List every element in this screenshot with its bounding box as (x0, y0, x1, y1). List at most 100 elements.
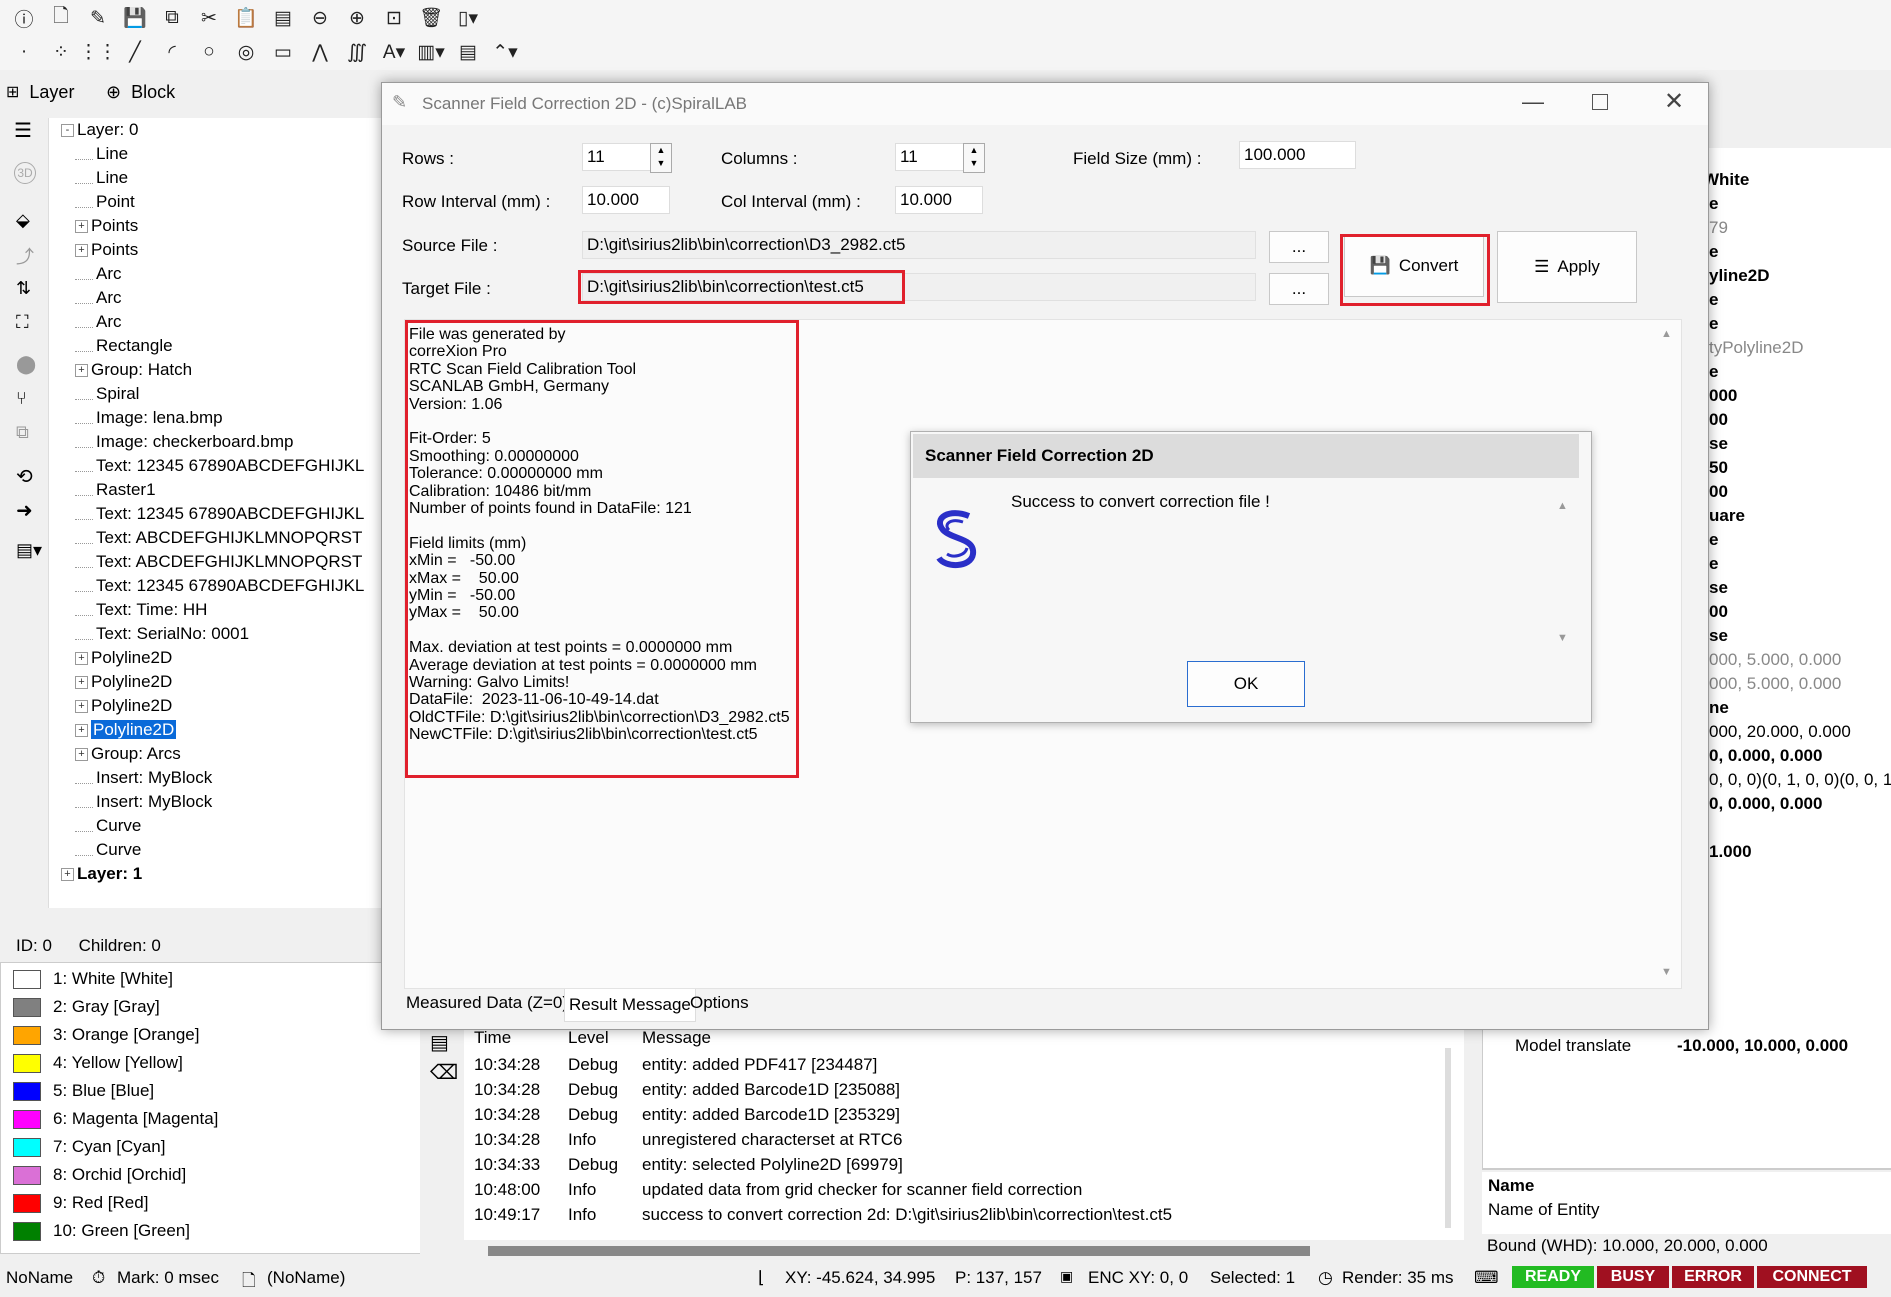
log-list-icon[interactable]: ▤ (430, 1030, 449, 1055)
tree-item[interactable]: Image: checkerboard.bmp (75, 430, 294, 454)
property-value[interactable]: tyPolyline2D (1709, 338, 1804, 358)
color-item[interactable]: 10: Green [Green] (13, 1219, 190, 1243)
tree-item[interactable]: Curve (75, 838, 141, 862)
circle-icon[interactable]: ○ (193, 38, 225, 66)
tree-item[interactable]: + Polyline2D (75, 694, 172, 718)
eraser-icon[interactable]: ⌫ (430, 1060, 458, 1085)
spiral-icon[interactable]: ◎ (230, 38, 262, 66)
property-value[interactable]: uare (1709, 506, 1745, 526)
source-browse-button[interactable]: ... (1269, 231, 1329, 263)
apply-button[interactable]: ☰ Apply (1497, 231, 1637, 303)
target-browse-button[interactable]: ... (1269, 273, 1329, 305)
tab-measured-data[interactable]: Measured Data (Z=0) (406, 993, 568, 1013)
fill-icon[interactable]: ⬙ (16, 210, 30, 231)
property-value[interactable]: 000, 5.000, 0.000 (1709, 674, 1841, 694)
zoom-fit-icon[interactable]: ⊡ (378, 4, 410, 32)
copy-icon[interactable]: ⧉ (16, 422, 29, 443)
property-value[interactable]: 0, 0.000, 0.000 (1709, 746, 1822, 766)
paste-icon[interactable]: 📋 (230, 4, 262, 32)
tree-item[interactable]: Curve (75, 814, 141, 838)
history-icon[interactable]: ⟲ (16, 464, 33, 489)
property-value[interactable]: 000, 20.000, 0.000 (1709, 722, 1851, 742)
property-value[interactable]: 79 (1709, 218, 1728, 238)
col-interval-input[interactable]: 10.000 (895, 186, 983, 214)
color-item[interactable]: 2: Gray [Gray] (13, 995, 160, 1019)
log-hscrollbar[interactable] (488, 1246, 1310, 1256)
block-tab[interactable]: ⊕ Block (106, 78, 175, 106)
info-icon[interactable]: ⓘ (8, 4, 40, 32)
tree-item[interactable]: Image: lena.bmp (75, 406, 223, 430)
color-item[interactable]: 7: Cyan [Cyan] (13, 1135, 165, 1159)
property-value[interactable]: 50 (1709, 458, 1728, 478)
property-value[interactable]: 00 (1709, 410, 1728, 430)
ok-button[interactable]: OK (1187, 661, 1305, 707)
arc-icon[interactable]: ◜ (156, 38, 188, 66)
color-item[interactable]: 6: Magenta [Magenta] (13, 1107, 218, 1131)
tree-item[interactable]: Text: ABCDEFGHIJKLMNOPQRST (75, 550, 362, 574)
edit-file-icon[interactable]: ✎ (82, 4, 114, 32)
arrow-circle-icon[interactable]: ➜ (16, 498, 33, 523)
properties-dropdown-icon[interactable]: ▤▾ (16, 540, 42, 561)
ctrl-icon[interactable]: ⌃▾ (489, 38, 521, 66)
rectangle-icon[interactable]: ▭ (267, 38, 299, 66)
field-size-input[interactable]: 100.000 (1239, 141, 1356, 169)
minimize-icon[interactable]: — (1522, 89, 1544, 115)
tab-result-message[interactable]: Result Message (564, 989, 696, 1022)
collapse-icon[interactable]: - (61, 124, 74, 138)
source-file-input[interactable]: D:\git\sirius2lib\bin\correction\D3_2982… (582, 231, 1256, 259)
tab-options[interactable]: Options (690, 993, 749, 1013)
grid-icon[interactable]: ⋮⋮ (79, 38, 117, 66)
align-icon[interactable]: ▯▾ (452, 4, 484, 32)
layer-tab[interactable]: ⊞ Layer (6, 78, 74, 106)
tree-item[interactable]: Arc (75, 286, 122, 310)
tree-item[interactable]: + Polyline2D (75, 670, 172, 694)
tree-item[interactable]: + Points (75, 214, 138, 238)
transform-icon[interactable]: ⛶ (16, 312, 29, 333)
property-value[interactable]: e (1709, 554, 1718, 574)
close-icon[interactable]: ✕ (1664, 87, 1684, 116)
tree-item[interactable]: Text: SerialNo: 0001 (75, 622, 249, 646)
property-value[interactable]: e (1709, 362, 1718, 382)
tree-item[interactable]: Text: 12345 67890ABCDEFGHIJKL (75, 454, 364, 478)
barcode-icon[interactable]: ▥▾ (415, 38, 447, 66)
expand-icon[interactable]: + (75, 724, 88, 738)
msg-scroll-down-icon[interactable]: ▼ (1557, 632, 1568, 644)
polyline-icon[interactable]: ⋀ (304, 38, 336, 66)
expand-icon[interactable]: + (75, 220, 88, 234)
result-scroll-up-icon[interactable]: ▲ (1661, 328, 1672, 340)
text-icon[interactable]: A▾ (378, 38, 410, 66)
property-value[interactable]: e (1709, 314, 1718, 334)
expand-icon[interactable]: + (61, 868, 74, 882)
property-value[interactable]: e (1709, 290, 1718, 310)
dotted-circle-icon[interactable]: ⁘ (45, 38, 77, 66)
expand-icon[interactable]: + (75, 676, 88, 690)
tree-item[interactable]: + Group: Hatch (75, 358, 192, 382)
property-value[interactable]: e (1709, 242, 1718, 262)
tree-item[interactable]: Rectangle (75, 334, 173, 358)
property-value[interactable]: se (1709, 434, 1728, 454)
tree-item[interactable]: Line (75, 142, 128, 166)
expand-icon[interactable]: + (75, 748, 88, 762)
property-value[interactable]: White (1703, 170, 1749, 190)
cut-icon[interactable]: ✂ (193, 4, 225, 32)
tree-item[interactable]: + Polyline2D (75, 646, 172, 670)
tree-item[interactable]: Insert: MyBlock (75, 790, 212, 814)
color-item[interactable]: 1: White [White] (13, 967, 173, 991)
color-item[interactable]: 3: Orange [Orange] (13, 1023, 199, 1047)
property-value[interactable]: e (1709, 194, 1718, 214)
tree-item[interactable]: Raster1 (75, 478, 156, 502)
rows-input[interactable]: 11 (582, 143, 652, 171)
color-item[interactable]: 4: Yellow [Yellow] (13, 1051, 183, 1075)
tree-item[interactable]: + Group: Arcs (75, 742, 181, 766)
expand-icon[interactable]: + (75, 700, 88, 714)
row-interval-input[interactable]: 10.000 (582, 186, 670, 214)
tree-item[interactable]: Arc (75, 262, 122, 286)
log-header-level[interactable]: Level (568, 1028, 609, 1048)
zoom-out-icon[interactable]: ⊖ (304, 4, 336, 32)
property-value[interactable]: 1.000 (1709, 842, 1752, 862)
copy-icon[interactable]: ⧉ (156, 4, 188, 32)
log-vscrollbar[interactable] (1445, 1048, 1451, 1228)
color-item[interactable]: 9: Red [Red] (13, 1191, 148, 1215)
tree-item[interactable]: Text: 12345 67890ABCDEFGHIJKL (75, 574, 364, 598)
delete-icon[interactable]: 🗑 (415, 4, 447, 32)
